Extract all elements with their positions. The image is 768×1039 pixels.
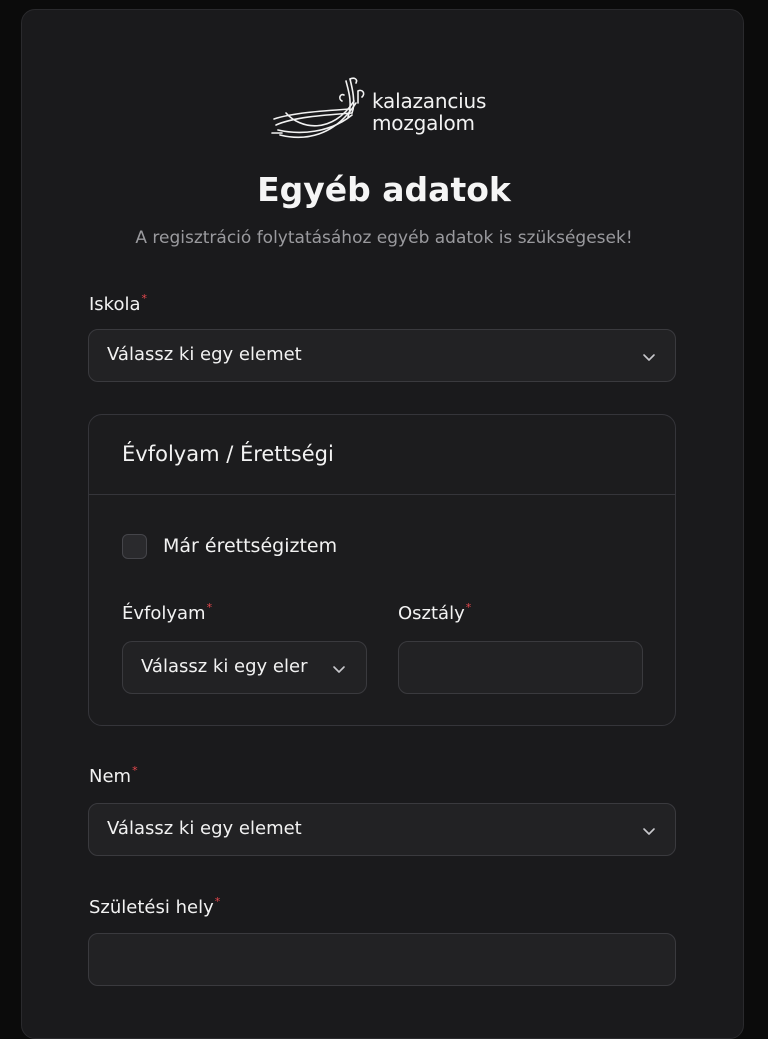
brand-logo: kalazancius mozgalom — [270, 73, 500, 143]
iskola-label: Iskola* — [89, 292, 148, 315]
chevron-down-icon — [643, 828, 655, 835]
graduated-checkbox[interactable] — [122, 534, 147, 559]
page-title: Egyéb adatok — [257, 170, 511, 209]
page-subtitle: A regisztráció folytatásához egyéb adato… — [135, 228, 633, 248]
nem-select-value: Válassz ki egy elemet — [107, 818, 302, 839]
required-mark: * — [141, 292, 148, 305]
osztaly-label-text: Osztály — [398, 603, 465, 624]
evfolyam-select-value: Válassz ki egy eler — [141, 656, 308, 677]
osztaly-input[interactable] — [398, 641, 643, 694]
required-mark: * — [132, 764, 138, 777]
brand-name-line2: mozgalom — [372, 111, 475, 135]
osztaly-label: Osztály* — [398, 601, 472, 624]
evfolyam-label-text: Évfolyam — [122, 603, 206, 624]
graduated-checkbox-label[interactable]: Már érettségiztem — [163, 535, 337, 557]
grade-panel-title: Évfolyam / Érettségi — [122, 442, 334, 466]
kalazancius-logo-icon — [271, 77, 365, 139]
chevron-down-icon — [643, 354, 655, 361]
required-mark: * — [214, 895, 221, 908]
iskola-select[interactable]: Válassz ki egy elemet — [88, 329, 676, 382]
required-mark: * — [206, 601, 213, 614]
brand-name-line1: kalazancius — [372, 89, 487, 113]
grade-panel-header: Évfolyam / Érettségi — [89, 415, 675, 495]
evfolyam-label: Évfolyam* — [122, 601, 213, 624]
iskola-label-text: Iskola — [89, 294, 141, 315]
grade-panel: Évfolyam / Érettségi Már érettségiztem É… — [88, 414, 676, 726]
nem-label: Nem* — [89, 764, 138, 787]
szuletesi-hely-label: Születési hely* — [89, 895, 221, 918]
brand-name: kalazancius mozgalom — [372, 90, 486, 134]
iskola-select-value: Válassz ki egy elemet — [107, 344, 302, 365]
szuletesi-hely-input[interactable] — [88, 933, 676, 986]
chevron-down-icon — [333, 666, 345, 673]
nem-label-text: Nem — [89, 766, 132, 787]
required-mark: * — [465, 601, 472, 614]
nem-select[interactable]: Válassz ki egy elemet — [88, 803, 676, 856]
szuletesi-hely-label-text: Születési hely — [89, 897, 214, 918]
evfolyam-select[interactable]: Válassz ki egy eler — [122, 641, 367, 694]
